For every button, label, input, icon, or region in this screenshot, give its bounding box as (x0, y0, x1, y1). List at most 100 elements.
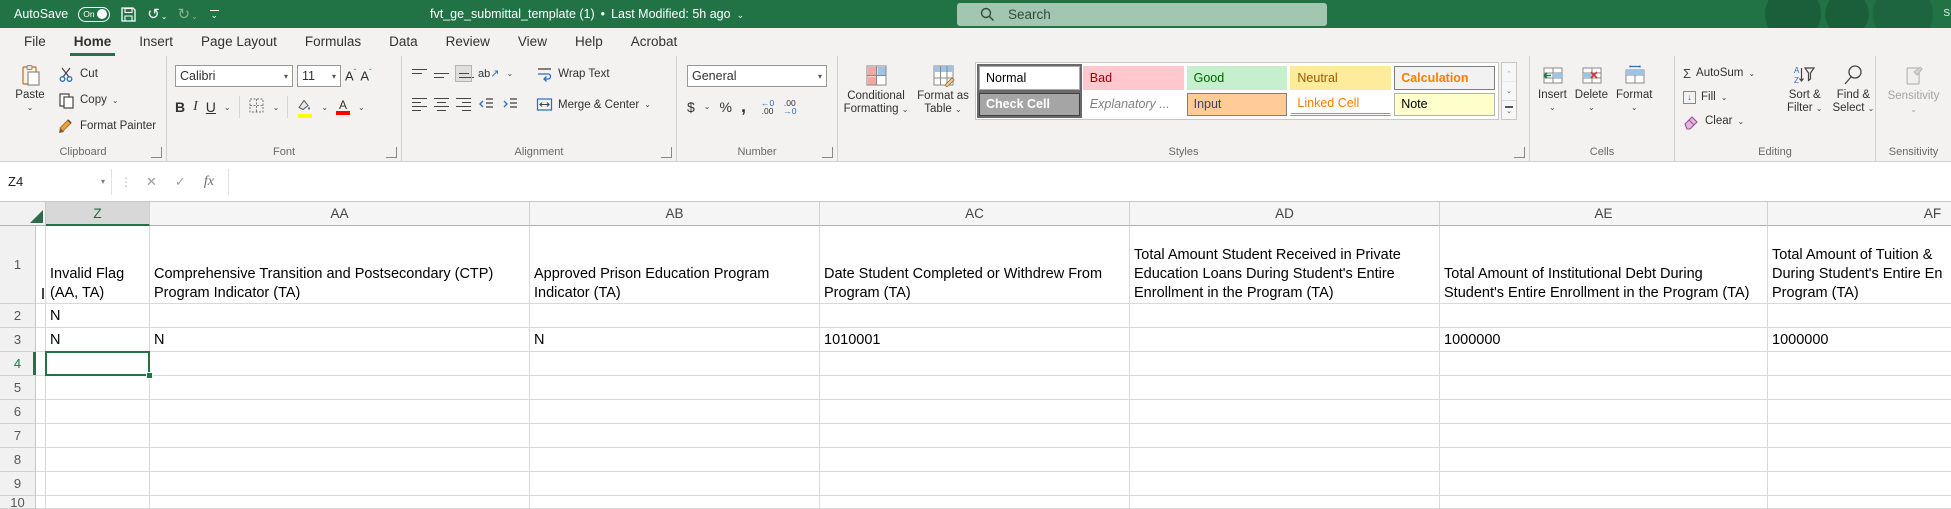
cell-style-input[interactable]: Input (1187, 93, 1288, 117)
cell-AD5[interactable] (1130, 376, 1440, 400)
align-left-button[interactable] (412, 98, 427, 112)
cell-AC4[interactable] (820, 352, 1130, 376)
cell-AA1[interactable]: Comprehensive Transition and Postseconda… (150, 226, 530, 304)
cell-AD6[interactable] (1130, 400, 1440, 424)
cell-AE3[interactable]: 1000000 (1440, 328, 1768, 352)
font-size-select[interactable]: 11 ▾ (297, 65, 341, 87)
alignment-dialog-launcher[interactable] (661, 147, 672, 158)
cell-AF10[interactable] (1768, 496, 1951, 509)
font-name-select[interactable]: Calibri ▾ (175, 65, 293, 87)
find-select-button[interactable]: Find & Select ⌄ (1832, 64, 1874, 115)
customize-qat-button[interactable]: ⌄ (210, 10, 219, 19)
cell-AE7[interactable] (1440, 424, 1768, 448)
sensitivity-button[interactable]: Sensitivity ⌄ (1888, 64, 1940, 114)
column-header-Z[interactable]: Z (46, 202, 150, 226)
cell-AC5[interactable] (820, 376, 1130, 400)
cell-Z6[interactable] (46, 400, 150, 424)
font-dialog-launcher[interactable] (386, 147, 397, 158)
format-cells-button[interactable]: Format ⌄ (1616, 64, 1652, 112)
cell-AA4[interactable] (150, 352, 530, 376)
cell-Z8[interactable] (46, 448, 150, 472)
percent-style-button[interactable]: % (720, 99, 732, 115)
delete-cells-button[interactable]: Delete ⌄ (1575, 64, 1608, 112)
cell-AF5[interactable] (1768, 376, 1951, 400)
align-center-button[interactable] (434, 98, 449, 112)
cell-AE6[interactable] (1440, 400, 1768, 424)
cell-AB10[interactable] (530, 496, 820, 509)
save-button[interactable] (120, 6, 137, 23)
autosave-toggle[interactable]: On (78, 7, 110, 22)
number-dialog-launcher[interactable] (822, 147, 833, 158)
cell-style-bad[interactable]: Bad (1083, 66, 1184, 90)
cell-AB6[interactable] (530, 400, 820, 424)
tab-formulas[interactable]: Formulas (291, 28, 375, 56)
cell-style-calculation[interactable]: Calculation (1394, 66, 1495, 90)
cell-AE5[interactable] (1440, 376, 1768, 400)
name-box[interactable]: Z4 ▾ (2, 169, 112, 195)
cell-AD9[interactable] (1130, 472, 1440, 496)
increase-indent-button[interactable] (502, 96, 519, 113)
orientation-button[interactable]: ab↗ (478, 67, 499, 80)
cell-AA2[interactable] (150, 304, 530, 328)
cell-Z3[interactable]: N (46, 328, 150, 352)
row-header-10[interactable]: 10 (0, 496, 36, 509)
cancel-button[interactable]: ✕ (146, 174, 157, 190)
cell-AF1[interactable]: Total Amount of Tuition & During Student… (1768, 226, 1951, 304)
tab-acrobat[interactable]: Acrobat (617, 28, 692, 56)
cell-AD10[interactable] (1130, 496, 1440, 509)
column-header-AF[interactable]: AF (1768, 202, 1951, 226)
tab-file[interactable]: File (10, 28, 60, 56)
tab-help[interactable]: Help (561, 28, 617, 56)
row-header-2[interactable]: 2 (0, 304, 36, 328)
cell-Z4[interactable] (46, 352, 150, 376)
styles-dialog-launcher[interactable] (1514, 147, 1525, 158)
cell-style-linked-cell[interactable]: Linked Cell (1290, 93, 1391, 117)
top-align-button[interactable] (412, 69, 427, 79)
borders-button[interactable] (248, 97, 265, 117)
cell-AE9[interactable] (1440, 472, 1768, 496)
insert-function-button[interactable]: fx (204, 174, 214, 190)
gallery-scroll-up-button[interactable]: ⌄ (1502, 63, 1516, 82)
decrease-font-button[interactable]: Aˇ (360, 68, 371, 83)
select-all-button[interactable] (0, 202, 46, 226)
italic-button[interactable]: I (193, 99, 198, 115)
comma-style-button[interactable]: , (741, 96, 746, 117)
cell-AC8[interactable] (820, 448, 1130, 472)
cut-button[interactable]: Cut (58, 64, 156, 84)
clipboard-dialog-launcher[interactable] (151, 147, 162, 158)
cell-AB2[interactable] (530, 304, 820, 328)
cell-AB5[interactable] (530, 376, 820, 400)
cell-Z5[interactable] (46, 376, 150, 400)
cell-AB7[interactable] (530, 424, 820, 448)
gallery-more-button[interactable]: ⌄ (1502, 101, 1516, 119)
copy-button[interactable]: Copy ⌄ (58, 90, 156, 110)
enter-button[interactable]: ✓ (175, 174, 186, 190)
cell-AA9[interactable] (150, 472, 530, 496)
cell-AD8[interactable] (1130, 448, 1440, 472)
decrease-decimal-button[interactable]: .00 →0 (783, 99, 796, 115)
row-header-1[interactable]: 1 (0, 226, 36, 304)
underline-dropdown-icon[interactable]: ⌄ (224, 103, 231, 112)
wrap-text-button[interactable]: Wrap Text (536, 65, 609, 82)
cell-AB1[interactable]: Approved Prison Education Program Indica… (530, 226, 820, 304)
conditional-formatting-button[interactable]: Conditional Formatting ⌄ (843, 64, 909, 116)
redo-button[interactable]: ↻ ⌄ (178, 5, 198, 23)
cell-AF9[interactable] (1768, 472, 1951, 496)
cell-AC6[interactable] (820, 400, 1130, 424)
cell-AB9[interactable] (530, 472, 820, 496)
font-color-button[interactable]: A (336, 100, 350, 115)
font-color-dropdown-icon[interactable]: ⌄ (358, 103, 365, 112)
cell-AC3[interactable]: 1010001 (820, 328, 1130, 352)
decrease-indent-button[interactable] (478, 96, 495, 113)
cell-style-explanatory[interactable]: Explanatory ... (1083, 93, 1184, 117)
row-header-4[interactable]: 4 (0, 352, 36, 376)
cell-AD7[interactable] (1130, 424, 1440, 448)
undo-button[interactable]: ↺ ⌄ (147, 5, 167, 23)
middle-align-button[interactable] (434, 69, 449, 79)
search-input[interactable]: Search (957, 3, 1327, 26)
cell-AF8[interactable] (1768, 448, 1951, 472)
increase-font-button[interactable]: Aˆ (345, 68, 356, 83)
cell-AA7[interactable] (150, 424, 530, 448)
paste-button[interactable]: Paste ⌄ (8, 64, 52, 140)
bold-button[interactable]: B (175, 99, 185, 115)
